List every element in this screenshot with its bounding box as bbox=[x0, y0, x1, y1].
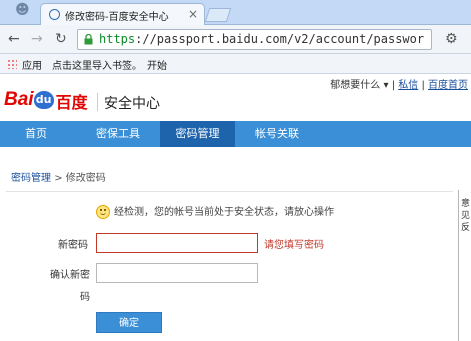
favicon-icon bbox=[49, 9, 60, 20]
site-name: 安全中心 bbox=[104, 96, 160, 112]
divider bbox=[6, 191, 453, 192]
confirm-password-input[interactable] bbox=[96, 263, 258, 283]
security-notice-text: 经检测，您的帐号当前处于安全状态，请放心操作 bbox=[114, 207, 334, 218]
back-icon[interactable]: ← bbox=[8, 31, 20, 47]
menu-item-security-tools[interactable]: 密保工具 bbox=[79, 121, 157, 147]
main-menu: 首页 密保工具 密码管理 帐号关联 bbox=[0, 121, 471, 147]
link-separator: | bbox=[421, 80, 425, 91]
main-content: 密码管理 > 修改密码 经检测，您的帐号当前处于安全状态，请放心操作 新密码 请… bbox=[0, 147, 458, 341]
breadcrumb-parent[interactable]: 密码管理 bbox=[11, 173, 51, 184]
logo-chinese: 百度 bbox=[55, 93, 88, 112]
address-bar[interactable]: https://passport.baidu.com/v2/account/pa… bbox=[77, 29, 432, 50]
url-text: https://passport.baidu.com/v2/account/pa… bbox=[99, 32, 427, 46]
baidu-home-link[interactable]: 百度首页 bbox=[428, 80, 468, 91]
reload-icon[interactable]: ↻ bbox=[55, 31, 67, 47]
url-scheme: https bbox=[99, 32, 136, 46]
browser-tab[interactable]: 修改密码-百度安全中心 × bbox=[40, 3, 205, 25]
site-header: 郁想要什么 ▾ | 私信 | 百度首页 Bai du 百度 安全中心 bbox=[0, 74, 471, 121]
bookmark-start[interactable]: 开始 bbox=[147, 57, 167, 72]
tab-close-icon[interactable]: × bbox=[188, 7, 198, 21]
security-notice: 经检测，您的帐号当前处于安全状态，请放心操作 bbox=[96, 203, 334, 219]
confirm-password-label: 确认新密 bbox=[50, 270, 90, 281]
new-password-label: 新密码 bbox=[58, 240, 88, 251]
url-path: ://passport.baidu.com/v2/account/passwor bbox=[135, 32, 425, 46]
breadcrumb: 密码管理 > 修改密码 bbox=[11, 169, 106, 184]
feedback-tab[interactable]: 意 见 反 bbox=[458, 190, 471, 341]
apps-icon bbox=[7, 59, 17, 69]
confirm-password-label-cont: 码 bbox=[80, 292, 90, 303]
smile-icon bbox=[96, 205, 110, 219]
user-profile-icon[interactable]: ☻ bbox=[15, 2, 30, 20]
paw-icon: du bbox=[33, 91, 54, 109]
logo-latin: Bai bbox=[4, 89, 34, 110]
lock-icon bbox=[84, 34, 93, 45]
new-tab-button[interactable] bbox=[204, 8, 232, 22]
bookmark-apps[interactable]: 应用 bbox=[22, 57, 42, 72]
username-dropdown-icon[interactable]: ▾ bbox=[383, 80, 388, 91]
menu-item-home[interactable]: 首页 bbox=[0, 121, 72, 147]
username-link[interactable]: 郁想要什么 bbox=[330, 80, 380, 91]
submit-button[interactable]: 确定 bbox=[96, 312, 162, 333]
menu-item-account-link[interactable]: 帐号关联 bbox=[238, 121, 316, 147]
logo-divider bbox=[97, 93, 98, 111]
tab-title: 修改密码-百度安全中心 bbox=[65, 12, 169, 23]
menu-item-password-management[interactable]: 密码管理 bbox=[160, 121, 235, 147]
baidu-logo[interactable]: Bai du 百度 bbox=[4, 89, 88, 112]
new-password-input[interactable] bbox=[96, 233, 258, 253]
navigation-bar: ← → ↻ https://passport.baidu.com/v2/acco… bbox=[0, 25, 471, 54]
message-link[interactable]: 私信 bbox=[398, 80, 418, 91]
bookmark-import-hint[interactable]: 点击这里导入书签。 bbox=[52, 57, 142, 72]
user-links: 郁想要什么 ▾ | 私信 | 百度首页 bbox=[330, 76, 468, 91]
breadcrumb-separator: > bbox=[54, 173, 63, 184]
error-message: 请您填写密码 bbox=[264, 240, 324, 251]
settings-menu-icon[interactable]: ⚙ bbox=[445, 31, 458, 47]
bookmarks-bar: 应用 点击这里导入书签。 开始 bbox=[0, 54, 471, 74]
breadcrumb-current: 修改密码 bbox=[65, 173, 106, 184]
link-separator: | bbox=[391, 80, 396, 91]
feedback-text: 意 见 反 bbox=[461, 199, 471, 233]
tab-strip: ☻ 修改密码-百度安全中心 × bbox=[0, 0, 471, 25]
forward-icon[interactable]: → bbox=[31, 31, 43, 47]
